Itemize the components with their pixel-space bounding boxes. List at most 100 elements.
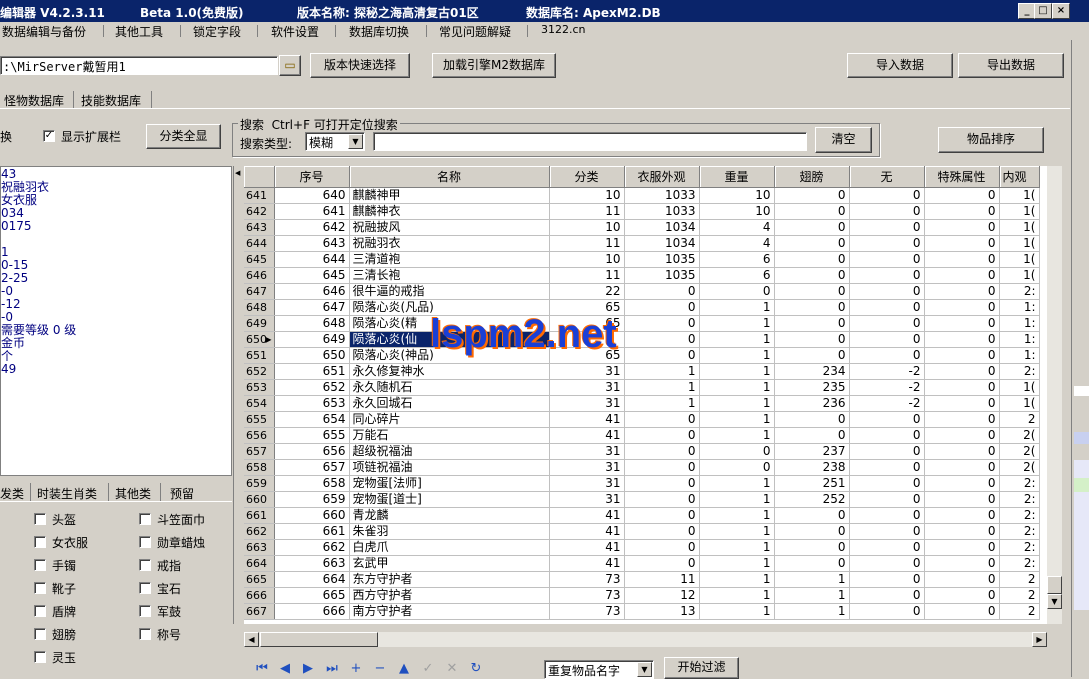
filter-type-select[interactable]: 重复物品名字 ▼ bbox=[544, 660, 654, 679]
table-cell[interactable]: 1( bbox=[999, 203, 1040, 220]
table-cell[interactable]: 0 bbox=[924, 571, 1000, 588]
chevron-down-icon[interactable]: ▼ bbox=[348, 134, 363, 149]
table-cell[interactable]: 1 bbox=[699, 491, 775, 508]
table-cell[interactable]: 0 bbox=[849, 555, 925, 572]
export-data-button[interactable]: 导出数据 bbox=[958, 53, 1064, 78]
table-cell[interactable]: 0 bbox=[624, 539, 700, 556]
table-row[interactable]: 646 645 三清长袍 11 1035 6 0 0 0 1( bbox=[244, 267, 1040, 284]
table-row[interactable]: 647 646 很牛逼的戒指 22 0 0 0 0 0 2: bbox=[244, 283, 1040, 300]
table-row[interactable]: 653 652 永久随机石 31 1 1 235 -2 0 1( bbox=[244, 379, 1040, 396]
row-indicator[interactable]: 667 bbox=[244, 603, 275, 620]
table-row[interactable]: 664 663 玄武甲 41 0 1 0 0 0 2: bbox=[244, 555, 1040, 572]
table-row[interactable]: 656 655 万能石 41 0 1 0 0 0 2( bbox=[244, 427, 1040, 444]
row-indicator[interactable]: 661 bbox=[244, 507, 275, 524]
table-cell[interactable]: 1 bbox=[699, 299, 775, 316]
table-cell[interactable]: 665 bbox=[274, 587, 350, 604]
scroll-thumb[interactable] bbox=[1047, 576, 1062, 594]
table-cell[interactable]: 1: bbox=[999, 331, 1040, 348]
table-row[interactable]: 663 662 白虎爪 41 0 1 0 0 0 2: bbox=[244, 539, 1040, 556]
table-cell[interactable]: 2 bbox=[999, 411, 1040, 428]
table-cell[interactable]: 658 bbox=[274, 475, 350, 492]
table-cell[interactable]: 1: bbox=[999, 315, 1040, 332]
table-row[interactable]: 654 653 永久回城石 31 1 1 236 -2 0 1( bbox=[244, 395, 1040, 412]
table-cell[interactable]: 0 bbox=[624, 315, 700, 332]
table-cell[interactable]: 南方守护者 bbox=[349, 603, 550, 620]
table-cell[interactable]: 0 bbox=[849, 331, 925, 348]
table-cell[interactable]: 2( bbox=[999, 459, 1040, 476]
table-row[interactable]: 659 658 宠物蛋[法师] 31 0 1 251 0 0 2: bbox=[244, 475, 1040, 492]
category-checkbox[interactable] bbox=[34, 628, 46, 640]
table-cell[interactable]: 10 bbox=[549, 219, 625, 236]
grid-horizontal-scrollbar[interactable]: ◀ ▶ bbox=[244, 632, 1047, 647]
table-cell[interactable]: 朱雀羽 bbox=[349, 523, 550, 540]
table-cell[interactable]: 662 bbox=[274, 539, 350, 556]
table-cell[interactable]: 0 bbox=[924, 347, 1000, 364]
table-cell[interactable]: 0 bbox=[849, 571, 925, 588]
table-cell[interactable]: 1 bbox=[699, 539, 775, 556]
table-cell[interactable]: 2: bbox=[999, 475, 1040, 492]
table-cell[interactable]: 73 bbox=[549, 603, 625, 620]
table-cell[interactable]: 0 bbox=[849, 459, 925, 476]
tab-category-other[interactable]: 其他类 bbox=[115, 485, 151, 502]
table-cell[interactable]: 645 bbox=[274, 267, 350, 284]
table-cell[interactable]: 0 bbox=[924, 331, 1000, 348]
tab-monster-db[interactable]: 怪物数据库 bbox=[4, 92, 64, 109]
grid-vertical-scrollbar[interactable]: ▼ bbox=[1047, 166, 1062, 624]
table-cell[interactable]: 祝融披风 bbox=[349, 219, 550, 236]
table-cell[interactable]: 1033 bbox=[624, 203, 700, 220]
table-row[interactable]: 644 643 祝融羽衣 11 1034 4 0 0 0 1( bbox=[244, 235, 1040, 252]
table-cell[interactable]: 11 bbox=[549, 267, 625, 284]
table-cell[interactable]: 0 bbox=[924, 459, 1000, 476]
table-cell[interactable]: -2 bbox=[849, 363, 925, 380]
show-ext-checkbox[interactable]: ✓ bbox=[43, 130, 55, 142]
row-indicator[interactable]: 649 bbox=[244, 315, 275, 332]
table-cell[interactable]: 0 bbox=[774, 251, 850, 268]
table-cell[interactable]: 0 bbox=[849, 315, 925, 332]
table-cell[interactable]: 青龙麟 bbox=[349, 507, 550, 524]
category-checkbox[interactable] bbox=[34, 582, 46, 594]
table-cell[interactable]: 1( bbox=[999, 219, 1040, 236]
table-cell[interactable]: 0 bbox=[774, 235, 850, 252]
table-cell[interactable]: 0 bbox=[849, 299, 925, 316]
table-cell[interactable]: 0 bbox=[849, 203, 925, 220]
table-cell[interactable]: 0 bbox=[624, 523, 700, 540]
row-indicator[interactable]: 644 bbox=[244, 235, 275, 252]
table-cell[interactable]: 0 bbox=[924, 187, 1000, 204]
table-cell[interactable]: 6 bbox=[699, 267, 775, 284]
search-input[interactable] bbox=[373, 132, 807, 151]
table-cell[interactable]: 1: bbox=[999, 299, 1040, 316]
table-cell[interactable]: 2: bbox=[999, 491, 1040, 508]
search-type-select[interactable]: 模糊 ▼ bbox=[305, 132, 365, 151]
column-header-none[interactable]: 无 bbox=[849, 166, 925, 188]
table-cell[interactable]: 10 bbox=[549, 187, 625, 204]
table-cell[interactable]: 0 bbox=[849, 283, 925, 300]
table-cell[interactable]: 0 bbox=[774, 507, 850, 524]
scroll-left-icon[interactable]: ◀ bbox=[244, 632, 259, 647]
table-cell[interactable]: 麒麟神衣 bbox=[349, 203, 550, 220]
table-cell[interactable]: 4 bbox=[699, 235, 775, 252]
cancel-record-icon[interactable]: ✕ bbox=[444, 662, 460, 676]
table-cell[interactable]: 238 bbox=[774, 459, 850, 476]
table-row[interactable]: 645 644 三清道袍 10 1035 6 0 0 0 1( bbox=[244, 251, 1040, 268]
table-cell[interactable]: 0 bbox=[624, 443, 700, 460]
table-cell[interactable]: 235 bbox=[774, 379, 850, 396]
tab-category-hair[interactable]: 发类 bbox=[0, 485, 24, 502]
table-row[interactable]: 661 660 青龙麟 41 0 1 0 0 0 2: bbox=[244, 507, 1040, 524]
table-cell[interactable]: 0 bbox=[924, 555, 1000, 572]
table-cell[interactable]: 0 bbox=[774, 203, 850, 220]
table-cell[interactable]: 643 bbox=[274, 235, 350, 252]
table-cell[interactable]: 1 bbox=[699, 315, 775, 332]
table-row[interactable]: 652 651 永久修复神水 31 1 1 234 -2 0 2: bbox=[244, 363, 1040, 380]
table-cell[interactable]: 1 bbox=[774, 603, 850, 620]
table-cell[interactable]: 31 bbox=[549, 491, 625, 508]
table-cell[interactable]: 0 bbox=[849, 539, 925, 556]
category-checkbox[interactable] bbox=[139, 513, 151, 525]
menu-software-settings[interactable]: 软件设置 bbox=[271, 23, 319, 40]
table-cell[interactable]: 0 bbox=[849, 427, 925, 444]
table-cell[interactable]: 0 bbox=[924, 299, 1000, 316]
table-cell[interactable]: 0 bbox=[699, 283, 775, 300]
table-cell[interactable]: 237 bbox=[774, 443, 850, 460]
table-cell[interactable]: 73 bbox=[549, 571, 625, 588]
row-indicator[interactable]: 657 bbox=[244, 443, 275, 460]
table-row[interactable]: 655 654 同心碎片 41 0 1 0 0 0 2 bbox=[244, 411, 1040, 428]
